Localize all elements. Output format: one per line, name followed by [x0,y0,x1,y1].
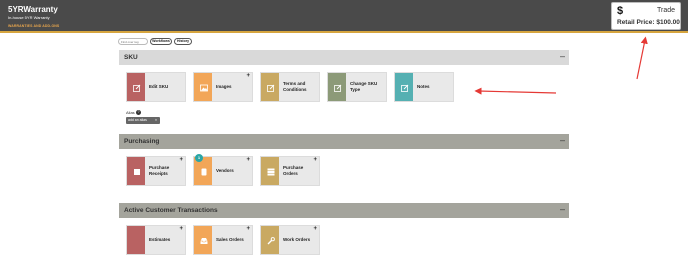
add-sales-order-button[interactable]: + [246,226,250,232]
section-purchasing-header[interactable]: Purchasing – [119,134,569,149]
tile-change-sku-type[interactable]: Change SKU Type [327,72,387,102]
tile-label: Images [216,84,232,89]
price-card: $ Trade Retail Price: $100.00 [611,2,681,30]
page: 5YRWarranty In-house 5YR Warranty WARRAN… [0,0,688,264]
add-purchase-order-button[interactable]: + [313,157,317,163]
annotation-arrow-price [636,36,648,80]
close-icon[interactable]: × [155,117,157,124]
tile-label: Terms and Conditions [283,81,307,92]
tile-label: Estimates [149,237,171,242]
tile-work-orders[interactable]: Work Orders + [260,225,320,255]
tile-purchase-orders[interactable]: Purchase Orders + [260,156,320,186]
section-active-customer-transactions-header[interactable]: Active Customer Transactions – [119,203,569,218]
edit-icon [132,84,141,93]
app-subtitle: In-house 5YR Warranty [8,15,50,20]
wrench-icon [266,237,275,246]
tile-sales-orders[interactable]: Sales Orders + [193,225,253,255]
app-title: 5YRWarranty [8,5,58,14]
tile-label: Edit SKU [149,84,169,89]
tile-color-band [127,226,145,254]
tile-images[interactable]: Images + [193,72,253,102]
tile-label: Change SKU Type [350,81,378,92]
alias-chip-label: add an alias [128,118,147,122]
box-icon [132,168,141,177]
tile-label: Purchase Receipts [149,165,170,176]
add-estimate-button[interactable]: + [179,226,183,232]
tile-label: Vendors [216,168,234,173]
add-image-button[interactable]: + [246,73,250,79]
add-work-order-button[interactable]: + [313,226,317,232]
section-title: Purchasing [124,138,160,145]
image-icon [199,84,208,93]
list-icon [266,168,275,177]
inbox-icon [199,237,208,246]
vendor-icon [199,168,208,177]
add-vendor-button[interactable]: + [246,157,250,163]
edit-icon [333,84,342,93]
tile-label: Notes [417,84,430,89]
search-input[interactable] [118,38,148,45]
tile-label: Sales Orders [216,237,244,242]
tile-estimates[interactable]: Estimates + [126,225,186,255]
alias-label: Alias [126,110,135,115]
warranties-link[interactable]: WARRANTIES AND ADD-ONS [8,24,59,28]
tile-terms-and-conditions[interactable]: Terms and Conditions [260,72,320,102]
edit-icon [400,84,409,93]
workflows-button[interactable]: Workflows [150,38,172,45]
edit-icon [266,84,275,93]
tile-label: Work Orders [283,237,311,242]
history-button[interactable]: History [174,38,192,45]
app-header: 5YRWarranty In-house 5YR Warranty WARRAN… [0,0,688,33]
tile-edit-sku[interactable]: Edit SKU [126,72,186,102]
price-mode-label: Trade [656,7,675,14]
vendor-count-badge: 1 [195,154,203,162]
collapse-icon[interactable]: – [560,135,565,145]
help-icon[interactable]: ? [136,110,141,115]
section-title: SKU [124,54,138,61]
tile-purchase-receipts[interactable]: Purchase Receipts + [126,156,186,186]
add-alias-chip[interactable]: add an alias × [126,117,160,124]
tile-notes[interactable]: Notes [394,72,454,102]
tile-label: Purchase Orders [283,165,304,176]
annotation-overlay [474,36,648,95]
dollar-icon: $ [617,5,624,17]
tile-vendors[interactable]: 1 Vendors + [193,154,253,186]
retail-price: Retail Price: $100.00 [617,19,680,26]
annotation-arrow-notes [474,87,557,95]
add-purchase-receipt-button[interactable]: + [179,157,183,163]
section-sku-header[interactable]: SKU – [119,50,569,65]
section-title: Active Customer Transactions [124,207,218,214]
collapse-icon[interactable]: – [560,51,565,61]
collapse-icon[interactable]: – [560,204,565,214]
